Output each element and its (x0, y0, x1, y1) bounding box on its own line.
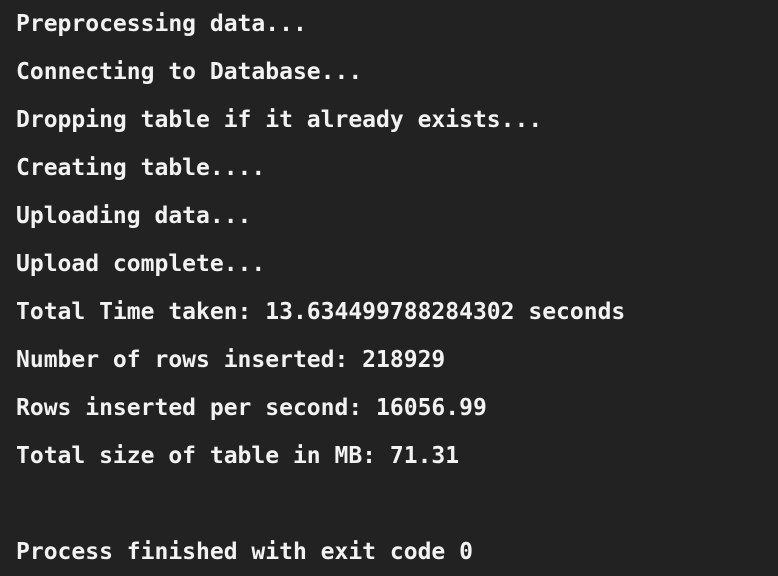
console-line-dropping-table: Dropping table if it already exists... (16, 107, 543, 133)
console-line-rows-per-second: Rows inserted per second: 16056.99 (16, 395, 487, 421)
console-line-preprocessing: Preprocessing data... (16, 11, 307, 37)
console-line-rows-inserted: Number of rows inserted: 218929 (16, 347, 446, 373)
console-line-total-time: Total Time taken: 13.634499788284302 sec… (16, 299, 626, 325)
console-line-uploading: Uploading data... (16, 203, 252, 229)
console-line-upload-complete: Upload complete... (16, 251, 266, 277)
console-line-exit-code: Process finished with exit code 0 (16, 539, 473, 565)
console-line-table-size: Total size of table in MB: 71.31 (16, 443, 460, 469)
console-output: Preprocessing data... Connecting to Data… (16, 0, 762, 572)
console-line-connecting: Connecting to Database... (16, 59, 363, 85)
console-line-creating-table: Creating table.... (16, 155, 266, 181)
